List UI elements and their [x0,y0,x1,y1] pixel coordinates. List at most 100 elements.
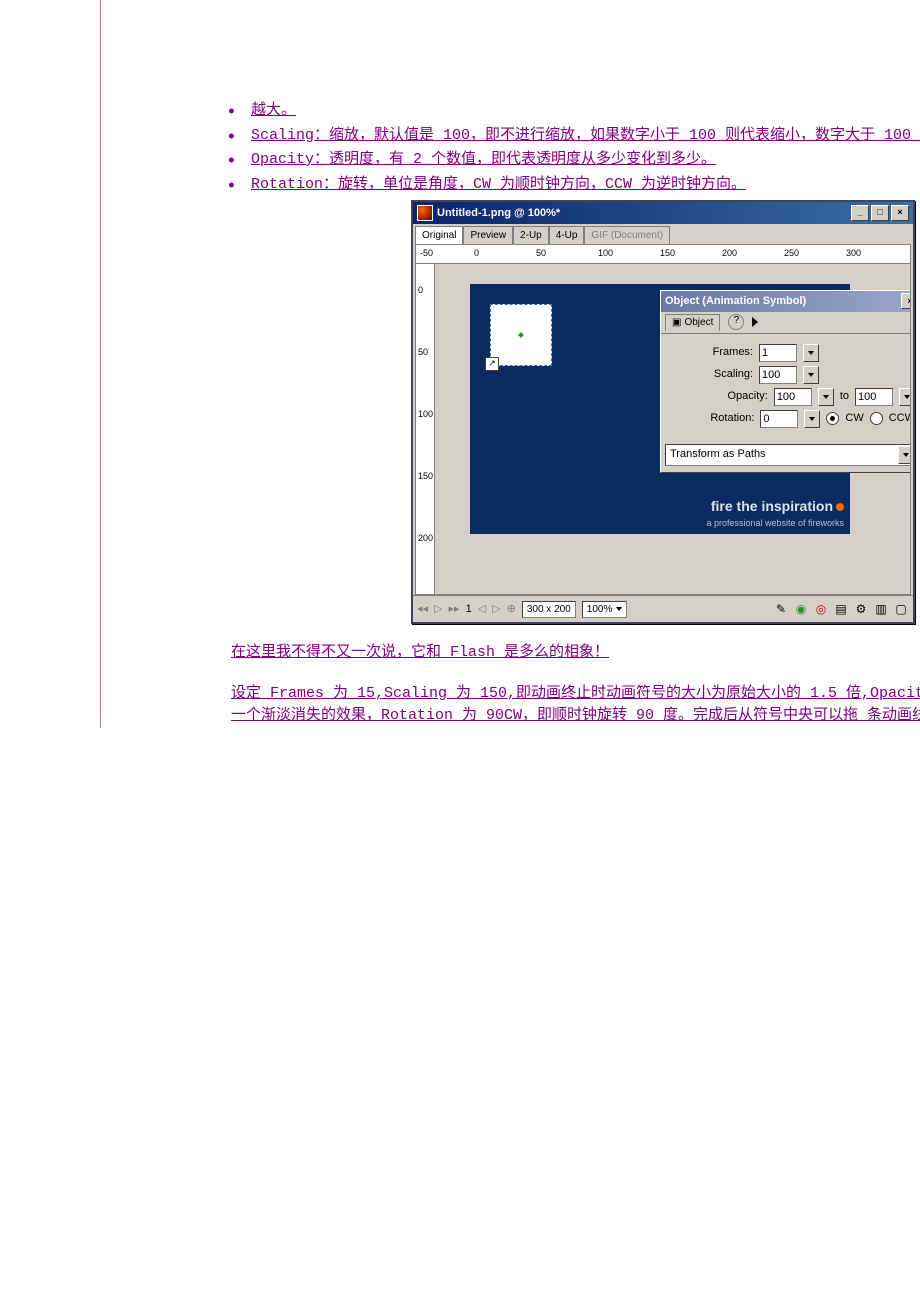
play-button[interactable]: ▷ [434,601,442,618]
effects-icon[interactable]: ⚙ [853,601,869,617]
zoom-field[interactable]: 100% [582,601,628,618]
frames-label: Frames: [698,344,753,361]
rotation-label: Rotation: [699,410,754,427]
rotation-input[interactable]: 0 [760,410,798,428]
canvas-size-field[interactable]: 300 x 200 [522,601,576,618]
branding-line1: fire the inspiration [711,498,833,514]
app-icon [417,205,433,221]
chevron-down-icon [809,417,815,421]
titlebar: Untitled-1.png @ 100%* _ □ × [413,202,913,224]
scaling-input[interactable]: 100 [759,366,797,384]
tab-original[interactable]: Original [415,226,463,244]
tab-4up[interactable]: 4-Up [549,226,585,244]
export-wizard-button[interactable]: ⊕ [507,601,516,618]
bullet-item: Opacity：透明度，有 2 个数值，即代表透明度从多少变化到多少。 [251,149,920,172]
ruler-vertical: 0 50 100 150 200 [415,264,435,595]
transform-dropdown[interactable]: Transform as Paths [665,444,911,466]
chevron-down-icon [903,453,909,457]
app-window: Untitled-1.png @ 100%* _ □ × Original Pr… [411,200,915,624]
ruler-tick: 100 [598,247,613,261]
zoom-value: 100% [587,602,613,617]
ruler-tick: 200 [722,247,737,261]
prev-frame-button[interactable]: ◁ [478,601,486,618]
opacity-to-input[interactable]: 100 [855,388,893,406]
tab-2up[interactable]: 2-Up [513,226,549,244]
scaling-dropdown-button[interactable] [803,366,819,384]
frames-input[interactable]: 1 [759,344,797,362]
canvas-area: ↗ fire the inspiration a professional we… [435,264,911,595]
embedded-screenshot: Untitled-1.png @ 100%* _ □ × Original Pr… [411,200,920,624]
paragraph: 在这里我不得不又一次说，它和 Flash 是多么的相象！ [231,642,920,665]
object-tab[interactable]: ▣ Object [665,314,720,331]
panel-titlebar[interactable]: Object (Animation Symbol) × [661,291,911,312]
ccw-radio[interactable] [870,412,883,425]
bullet-term: Scaling： [251,127,329,144]
last-frame-button[interactable]: ▸▸ [449,601,460,618]
transform-dropdown-button[interactable] [898,446,911,464]
ruler-tick: 150 [660,247,675,261]
first-frame-button[interactable]: ◂◂ [417,601,428,618]
opacity-label: Opacity: [713,388,768,405]
panel-tabbar: ▣ Object ? [661,312,911,334]
ruler-tick: 100 [418,408,433,422]
world-icon[interactable]: ◉ [793,601,809,617]
object-tab-label: Object [684,315,713,330]
transform-label: Transform as Paths [670,446,766,463]
rotation-dropdown-button[interactable] [804,410,820,428]
tab-preview[interactable]: Preview [463,226,513,244]
status-tool-icons: ✎ ◉ ◎ ▤ ⚙ ▥ ▢ [773,601,909,617]
chevron-down-icon [808,373,814,377]
frames-dropdown-button[interactable] [803,344,819,362]
animation-symbol[interactable]: ↗ [490,304,552,366]
window-title: Untitled-1.png @ 100%* [437,205,560,222]
ruler-tick: 200 [418,532,433,546]
bullet-term: Opacity： [251,151,329,168]
document-page: 越大。 Scaling：缩放，默认值是 100，即不进行缩放，如果数字小于 10… [100,0,920,728]
minimize-button[interactable]: _ [851,205,869,221]
panel-close-button[interactable]: × [901,293,911,309]
bullet-item: Rotation：旋转，单位是角度，CW 为顺时钟方向，CCW 为逆时钟方向。 [251,174,920,197]
object-panel: Object (Animation Symbol) × ▣ Object ? [660,290,911,473]
opacity-to-label: to [840,388,849,405]
cw-radio[interactable] [826,412,839,425]
panel-title-text: Object (Animation Symbol) [665,293,806,310]
ruler-tick: 0 [474,247,479,261]
chevron-down-icon [808,351,814,355]
panel-menu-icon[interactable] [752,317,758,327]
ruler-tick: 50 [536,247,546,261]
next-frame-button[interactable]: ▷ [492,601,500,618]
branding-line2: a professional website of fireworks [706,517,844,531]
scaling-label: Scaling: [698,366,753,383]
help-icon[interactable]: ? [728,314,744,330]
opacity-from-input[interactable]: 100 [774,388,812,406]
opacity-to-dropdown-button[interactable] [899,388,911,406]
bullet-item: Scaling：缩放，默认值是 100，即不进行缩放，如果数字小于 100 则代… [251,125,920,148]
chevron-down-icon [616,607,622,611]
opacity-from-dropdown-button[interactable] [818,388,834,406]
pencil-icon[interactable]: ✎ [773,601,789,617]
spark-icon [836,503,844,511]
panel-body: Frames: 1 Scaling: 100 [661,334,911,438]
layers-icon[interactable]: ▤ [833,601,849,617]
chevron-down-icon [823,395,829,399]
ruler-tick: 300 [846,247,861,261]
ruler-tick: -50 [420,247,433,261]
bullet-desc: 透明度，有 2 个数值，即代表透明度从多少变化到多少。 [329,151,716,168]
target-icon[interactable]: ◎ [813,601,829,617]
ruler-tick: 250 [784,247,799,261]
page-icon[interactable]: ▢ [893,601,909,617]
cw-label: CW [845,410,863,427]
ruler-tick: 150 [418,470,433,484]
bullet-list: 越大。 Scaling：缩放，默认值是 100，即不进行缩放，如果数字小于 10… [221,100,920,196]
bullet-desc: 缩放，默认值是 100，即不进行缩放，如果数字小于 100 则代表缩小，数字大于… [329,127,920,144]
object-tab-icon: ▣ [672,315,681,330]
symbol-center-icon [518,332,524,338]
maximize-button[interactable]: □ [871,205,889,221]
branding-text: fire the inspiration a professional webs… [706,496,844,531]
view-tabs: Original Preview 2-Up 4-Up GIF (Document… [413,224,913,244]
close-button[interactable]: × [891,205,909,221]
chevron-down-icon [904,395,910,399]
book-icon[interactable]: ▥ [873,601,889,617]
bullet-text: 越大。 [251,102,296,119]
frame-number: 1 [466,601,472,618]
